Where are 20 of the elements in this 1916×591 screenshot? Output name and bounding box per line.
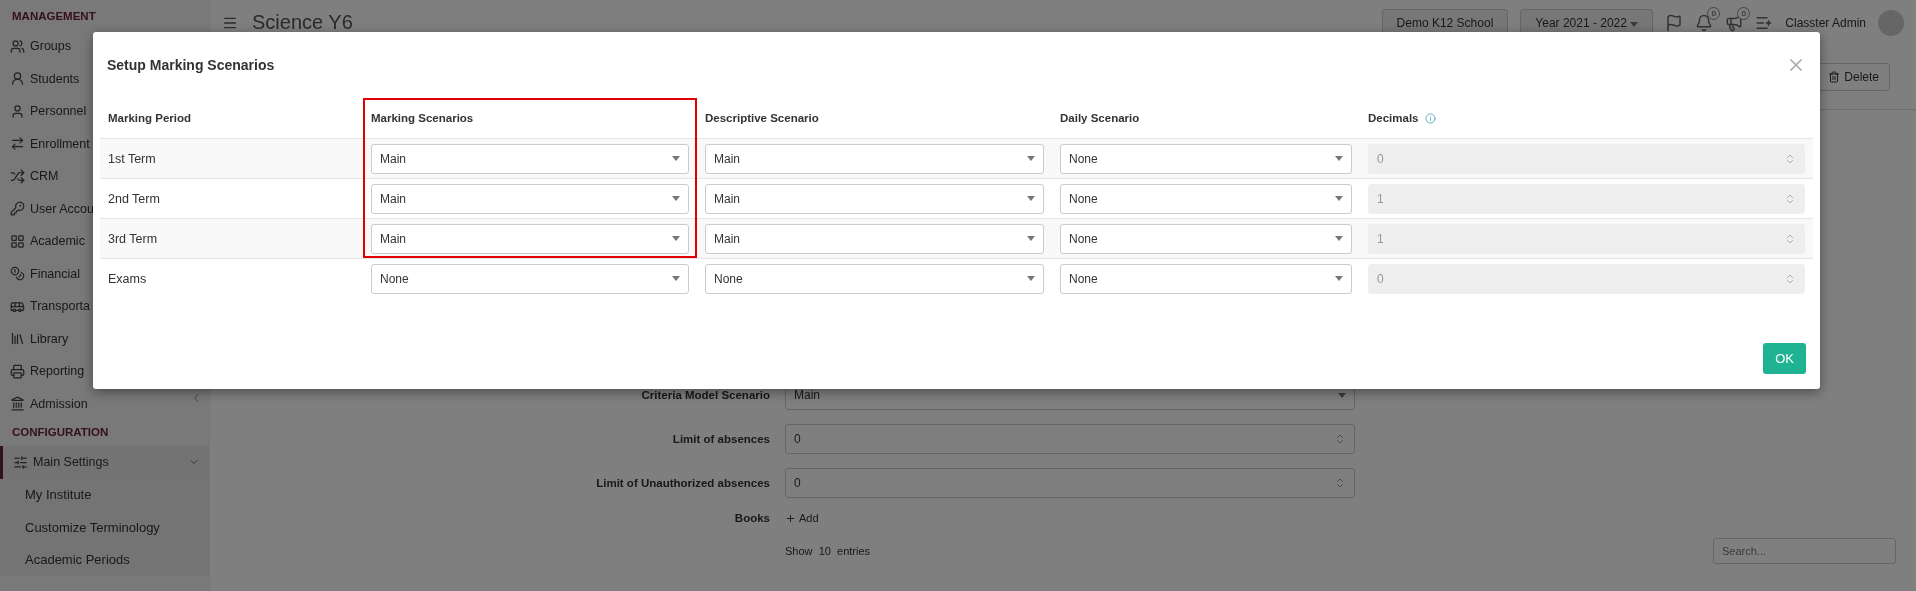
column-header: Marking Scenarios xyxy=(371,112,474,124)
count-badge: 0 xyxy=(1707,6,1721,20)
column-header: Descriptive Scenario xyxy=(705,112,819,124)
section-title: CONFIGURATION xyxy=(11,425,110,440)
field-label: Books xyxy=(733,512,770,524)
column-header: Daily Scenario xyxy=(1060,112,1140,124)
column-header: Marking Period xyxy=(108,112,192,124)
section-title: MANAGEMENT xyxy=(11,9,97,24)
column-header: Decimals xyxy=(1368,112,1436,124)
dialog-title: Setup Marking Scenarios xyxy=(107,57,275,73)
entries-control: Show 10 entries xyxy=(785,545,1698,557)
period-label: 3rd Term xyxy=(108,231,158,246)
page-title: Science Y6 xyxy=(252,11,353,34)
field-label: Limit of absences xyxy=(671,433,770,445)
period-label: Exams xyxy=(108,271,147,286)
field-label: Limit of Unauthorized absences xyxy=(595,477,770,489)
period-label: 1st Term xyxy=(108,151,156,166)
period-label: 2nd Term xyxy=(108,191,160,206)
count-badge: 0 xyxy=(1737,6,1751,20)
field-label: Criteria Model Scenario xyxy=(640,389,770,401)
